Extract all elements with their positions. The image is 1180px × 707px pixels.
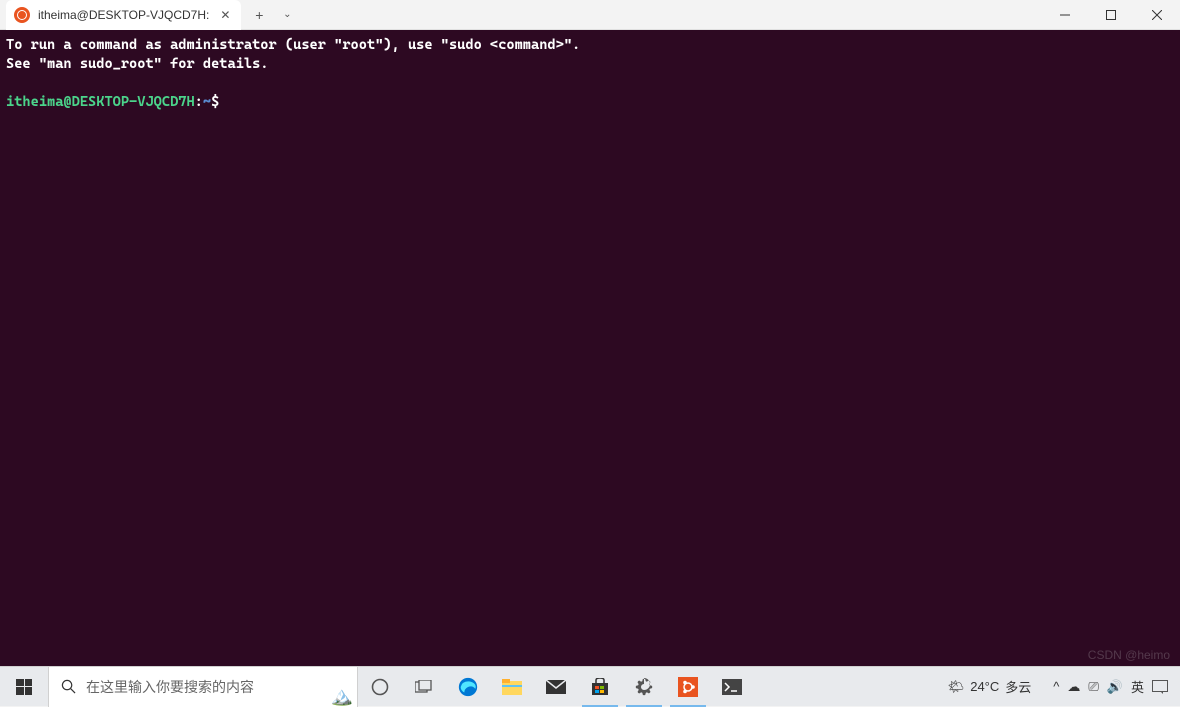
close-window-button[interactable] [1134,0,1180,30]
minimize-button[interactable] [1042,0,1088,30]
cortana-icon[interactable] [358,667,402,707]
search-decoration-icon: 🏔️ [331,686,353,707]
weather-condition: 多云 [1005,677,1031,696]
prompt-user: itheima@DESKTOP-VJQCD7H [6,94,195,110]
terminal-app-icon[interactable] [710,667,754,707]
terminal-output[interactable]: To run a command as administrator (user … [0,30,1180,666]
window-controls [1042,0,1180,30]
tab-terminal[interactable]: itheima@DESKTOP-VJQCD7H: ✕ [6,0,241,30]
new-tab-button[interactable]: + [245,1,273,29]
taskbar-apps [358,667,754,707]
watermark: CSDN @heimo [1088,648,1170,662]
task-view-icon[interactable] [402,667,446,707]
prompt-path: ~ [203,94,211,110]
weather-widget[interactable]: 🌤 24°C 多云 [938,677,1042,696]
weather-temperature: 24°C [970,679,999,694]
terminal-line: To run a command as administrator (user … [6,37,580,53]
terminal-line: See "man sudo_root" for details. [6,56,269,72]
explorer-icon[interactable] [490,667,534,707]
search-placeholder: 在这里输入你要搜索的内容 [86,677,254,697]
ubuntu-icon [14,7,30,23]
taskbar-search[interactable]: 在这里输入你要搜索的内容 🏔️ [48,667,358,707]
tray-chevron-icon[interactable]: ^ [1053,679,1059,694]
titlebar: itheima@DESKTOP-VJQCD7H: ✕ + ⌄ [0,0,1180,30]
mail-icon[interactable] [534,667,578,707]
start-button[interactable] [0,667,48,707]
tab-dropdown-button[interactable]: ⌄ [273,1,301,29]
prompt-separator: : [195,94,203,110]
settings-icon[interactable] [622,667,666,707]
speaker-icon[interactable]: 🔊 [1107,679,1123,695]
ubuntu-app-icon[interactable] [666,667,710,707]
maximize-button[interactable] [1088,0,1134,30]
taskbar: 在这里输入你要搜索的内容 🏔️ 🌤 [0,666,1180,706]
weather-icon: 🌤 [948,679,965,695]
prompt-dollar: $ [211,94,219,110]
windows-logo-icon [16,679,32,695]
close-tab-button[interactable]: ✕ [217,7,233,23]
ime-icon[interactable]: 英 [1131,677,1144,696]
system-tray: 🌤 24°C 多云 ^ ☁ ⎚ 🔊 英 [938,667,1180,707]
display-icon[interactable]: ⎚ [1088,679,1098,695]
store-icon[interactable] [578,667,622,707]
edge-icon[interactable] [446,667,490,707]
search-icon [61,679,76,694]
tab-title: itheima@DESKTOP-VJQCD7H: [38,8,209,22]
onedrive-icon[interactable]: ☁ [1067,679,1080,695]
notifications-icon[interactable] [1152,680,1168,694]
